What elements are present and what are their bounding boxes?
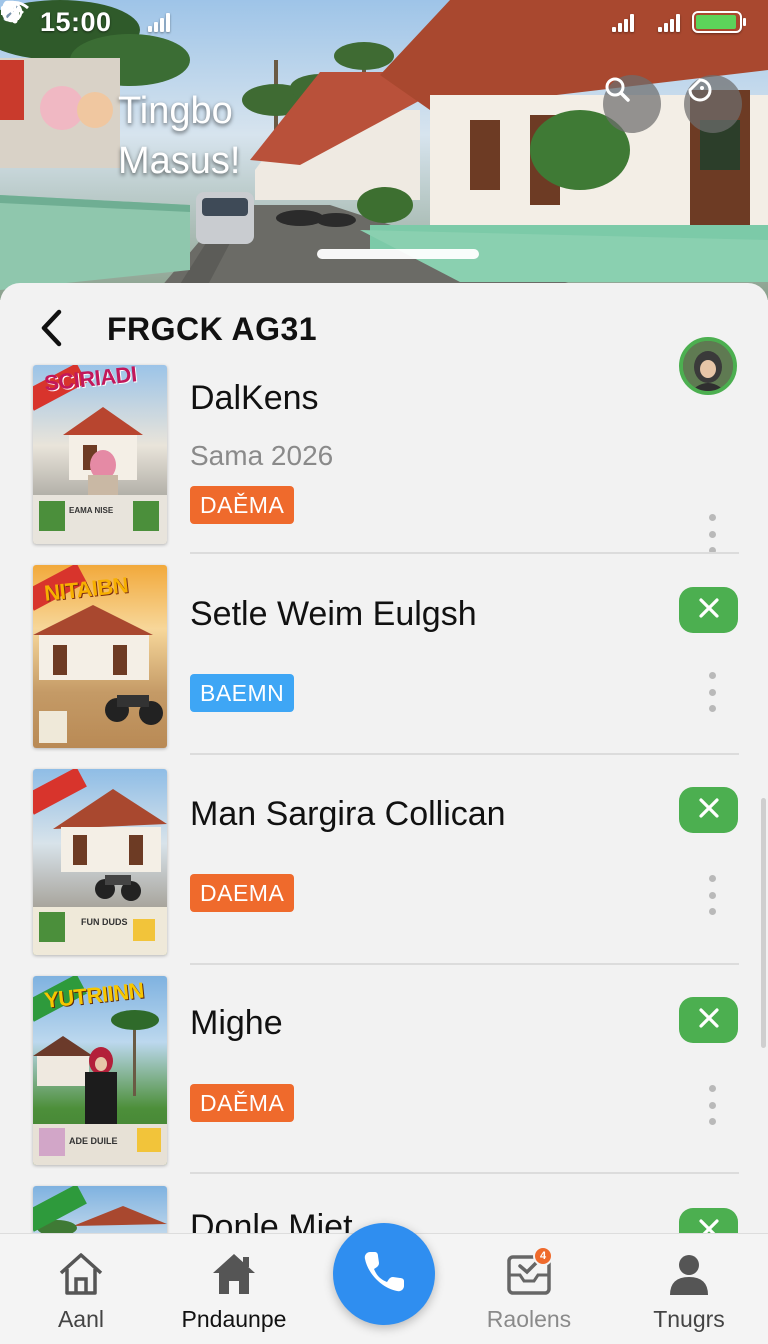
signal-icon <box>658 12 680 32</box>
search-button[interactable] <box>603 75 661 133</box>
battery-level <box>696 15 736 29</box>
remove-button[interactable] <box>679 997 738 1043</box>
poster-thumbnail: SCIRIADI EAMA NISE <box>33 365 167 544</box>
hero-banner: 15:00 Tingbo Masus! <box>0 0 768 300</box>
notification-badge: 4 <box>533 1246 553 1266</box>
close-icon <box>698 1218 720 1233</box>
status-right <box>1 0 746 33</box>
item-title: Donle Miet <box>190 1208 353 1233</box>
nav-label: Aanl <box>57 1306 105 1332</box>
close-icon <box>698 1007 720 1034</box>
divider <box>190 552 739 554</box>
sticker-button[interactable] <box>684 75 742 133</box>
list-item[interactable]: SCIRIADI EAMA NISE DalKens Sama 2026 DAĚ… <box>0 365 768 555</box>
nav-item-tnugrs[interactable]: Tnugrs <box>619 1248 759 1338</box>
nav-label: Pndaunpe <box>181 1306 287 1332</box>
hero-title: Tingbo Masus! <box>118 90 241 182</box>
poster-thumbnail <box>33 1186 167 1233</box>
poster-thumbnail: NITAIBN <box>33 565 167 748</box>
close-icon <box>698 597 720 624</box>
more-options-button[interactable] <box>697 512 727 556</box>
genre-badge: DAĚMA <box>190 486 295 524</box>
poster-thumbnail: YUTRIINN ADE DUILE <box>33 976 167 1165</box>
page-title: FRGCK AG31 <box>107 311 318 347</box>
signal-icon <box>612 12 634 32</box>
phone-icon <box>360 1248 408 1301</box>
battery-icon <box>692 11 746 33</box>
list-item[interactable]: YUTRIINN ADE DUILE Mighe DAĚMA <box>0 976 768 1166</box>
back-button[interactable] <box>32 307 72 353</box>
drag-handle[interactable] <box>317 249 479 259</box>
call-button[interactable] <box>333 1223 435 1325</box>
nav-label: Tnugrs <box>653 1306 725 1332</box>
poster-thumbnail: FUN DUDS <box>33 769 167 955</box>
nav-label: Raolens <box>486 1306 572 1332</box>
poster-caption: EAMA NISE <box>69 506 114 515</box>
home-filled-icon <box>208 1248 260 1300</box>
divider <box>190 963 739 965</box>
remove-button[interactable] <box>679 587 738 633</box>
poster-caption: FUN DUDS <box>81 917 128 927</box>
signal-icon <box>147 12 170 32</box>
status-bar: 15:00 <box>0 0 768 44</box>
nav-item-raolens[interactable]: 4 Raolens <box>459 1246 599 1338</box>
more-options-button[interactable] <box>697 670 727 714</box>
divider <box>190 753 739 755</box>
remove-button[interactable] <box>679 1208 738 1233</box>
item-title: Mighe <box>190 1004 283 1042</box>
back-arrow-icon <box>39 309 65 352</box>
content-sheet: FRGCK AG31 SCIRIADI EAMA NISE DalKens Sa… <box>0 283 768 1233</box>
genre-badge: BAEMN <box>190 674 295 712</box>
item-subtitle: Sama 2026 <box>190 440 334 471</box>
nav-item-pndaunpe[interactable]: Pndaunpe <box>164 1248 304 1338</box>
more-options-button[interactable] <box>697 1083 727 1127</box>
list-item[interactable]: FUN DUDS Man Sargira Collican DAEMA <box>0 769 768 959</box>
list-item[interactable]: NITAIBN Setle Weim Eulgsh BAEMN <box>0 565 768 755</box>
sheet-header: FRGCK AG31 <box>0 283 768 363</box>
item-title: Man Sargira Collican <box>190 795 506 833</box>
genre-badge: DAEMA <box>190 874 295 912</box>
status-left: 15:00 <box>3 2 182 38</box>
item-title: Setle Weim Eulgsh <box>190 595 477 633</box>
nav-item-home[interactable]: Aanl <box>11 1248 151 1338</box>
person-icon <box>663 1248 715 1300</box>
inbox-check-icon: 4 <box>503 1246 555 1300</box>
divider <box>190 1172 739 1174</box>
close-icon <box>698 797 720 824</box>
status-time: 15:00 <box>40 6 112 37</box>
remove-button[interactable] <box>679 787 738 833</box>
home-outline-icon <box>55 1248 107 1300</box>
item-title: DalKens <box>190 379 319 417</box>
poster-caption: ADE DUILE <box>69 1136 118 1146</box>
scrollbar[interactable] <box>761 798 766 1048</box>
more-options-button[interactable] <box>697 873 727 917</box>
genre-badge: DAĚMA <box>190 1084 295 1122</box>
